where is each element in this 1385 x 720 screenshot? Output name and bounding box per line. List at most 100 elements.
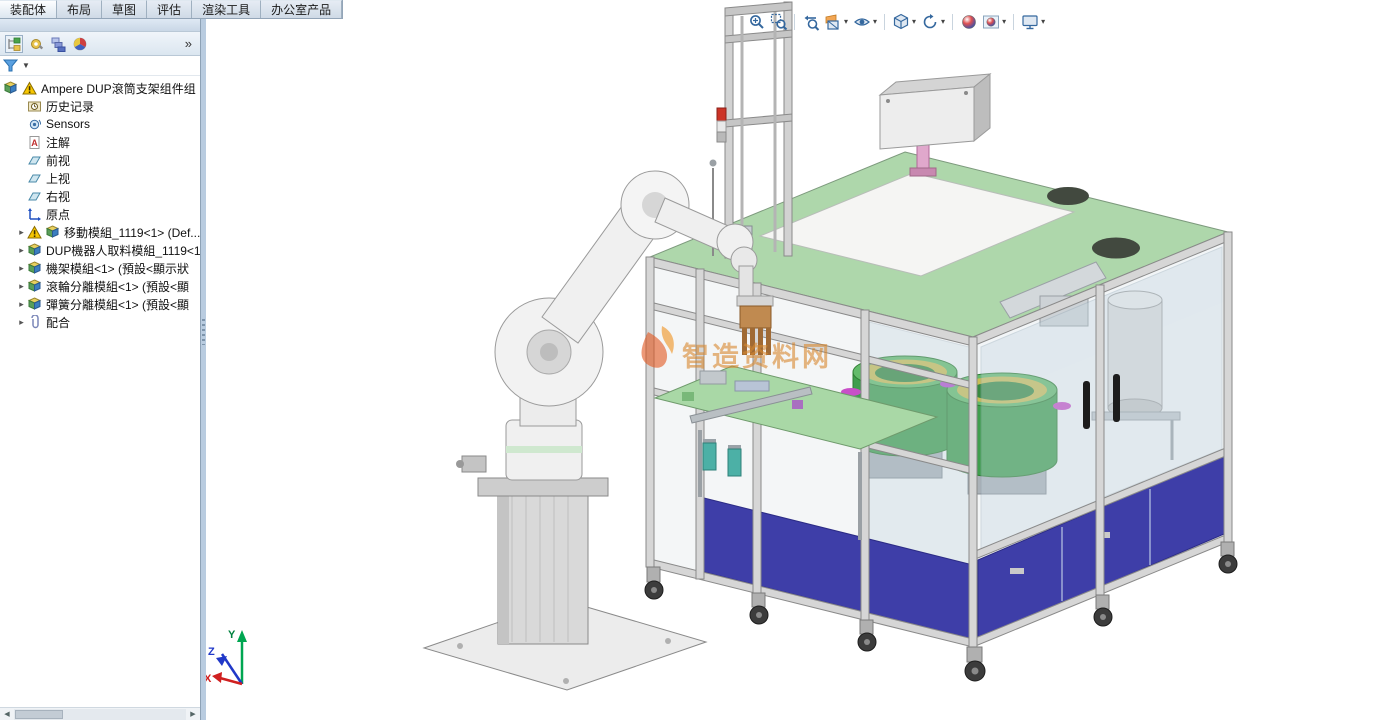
top-hole	[1047, 187, 1089, 205]
dropdown-caret[interactable]: ▾	[844, 17, 848, 26]
tab-evaluate[interactable]: 评估	[147, 0, 192, 18]
zoom-fit-icon[interactable]	[746, 11, 767, 32]
tree-filter-row: ▼	[0, 56, 200, 76]
tree-item-label: 機架模組<1> (預設<顯示狀	[46, 260, 189, 277]
dropdown-caret[interactable]: ▾	[873, 17, 877, 26]
tree-item-front-plane[interactable]: 前视	[0, 151, 200, 169]
plane-icon	[27, 171, 42, 186]
dropdown-caret[interactable]: ▾	[941, 17, 945, 26]
expand-caret[interactable]: ▸	[16, 227, 27, 238]
view-settings-icon[interactable]	[1019, 11, 1040, 32]
tree-item-label: 配合	[46, 314, 70, 331]
dropdown-caret[interactable]: ▾	[1041, 17, 1045, 26]
tree-item-annotations[interactable]: A 注解	[0, 133, 200, 151]
tree-item-label: 前视	[46, 152, 70, 169]
tree-item-label: 彈簧分離模組<1> (預設<顯	[46, 296, 189, 313]
tree-item-label: 注解	[46, 134, 70, 151]
tab-render-tools[interactable]: 渲染工具	[192, 0, 261, 18]
annotations-icon: A	[27, 135, 42, 150]
scrollbar-thumb[interactable]	[15, 710, 63, 719]
panel-manager-tabs: »	[0, 32, 200, 56]
tree-item-label: 移動模組_1119<1> (Def...	[64, 224, 200, 241]
tree-item-moving-module[interactable]: ▸ 移動模組_1119<1> (Def...	[0, 223, 200, 241]
featuremanager-tab-icon[interactable]	[5, 35, 23, 53]
history-icon	[27, 99, 42, 114]
door-handle[interactable]	[1113, 374, 1120, 422]
expand-caret[interactable]: ▸	[16, 245, 27, 256]
tree-item-frame-module[interactable]: ▸ 機架模組<1> (預設<顯示狀	[0, 259, 200, 277]
tree-item-label: Sensors	[46, 117, 90, 131]
watermark-text: 智造资料网	[682, 342, 832, 372]
tree-item-label: Ampere DUP滾筒支架组件组	[41, 80, 196, 97]
ribbon-tab-bar: 装配体 布局 草图 评估 渲染工具 办公室产品	[0, 0, 343, 19]
dropdown-caret[interactable]: ▾	[912, 17, 916, 26]
filter-caret[interactable]: ▼	[22, 61, 30, 70]
tree-item-spring-separator-module[interactable]: ▸ 彈簧分離模組<1> (預設<顯	[0, 295, 200, 313]
expand-caret[interactable]: ▸	[16, 299, 27, 310]
panel-expand-chevron[interactable]: »	[182, 36, 195, 51]
tree-item-origin[interactable]: 原点	[0, 205, 200, 223]
tab-assembly[interactable]: 装配体	[0, 0, 57, 18]
panel-splitter[interactable]	[201, 19, 206, 720]
scroll-right-arrow[interactable]: ▶	[186, 708, 200, 720]
feature-manager-panel: » ▼ Ampere DUP滾筒支架组件组 历史记录 Sensors A 注解	[0, 19, 201, 720]
tree-item-roller-separator-module[interactable]: ▸ 滾輪分離模組<1> (預設<顯	[0, 277, 200, 295]
annotation-views-icon[interactable]	[851, 11, 872, 32]
subassembly-icon	[45, 225, 60, 240]
warning-icon	[27, 225, 42, 240]
view-orientation-icon[interactable]	[890, 11, 911, 32]
subassembly-icon	[27, 261, 42, 276]
subassembly-icon	[27, 297, 42, 312]
configurationmanager-tab-icon[interactable]	[49, 35, 67, 53]
graphics-area[interactable]: 智造资料网 Y Z X	[0, 0, 1385, 720]
warning-icon	[22, 81, 37, 96]
panel-horizontal-scrollbar[interactable]: ◀ ▶	[0, 707, 200, 720]
plane-icon	[27, 189, 42, 204]
tree-item-right-plane[interactable]: 右视	[0, 187, 200, 205]
tree-item-history[interactable]: 历史记录	[0, 97, 200, 115]
mates-icon	[27, 315, 42, 330]
edit-appearance-icon[interactable]	[958, 11, 979, 32]
expand-caret[interactable]: ▸	[16, 317, 27, 328]
view-triad[interactable]: Y Z X	[204, 629, 247, 685]
tree-item-sensors[interactable]: Sensors	[0, 115, 200, 133]
tab-layout[interactable]: 布局	[57, 0, 102, 18]
tree-item-label: 历史记录	[46, 98, 94, 115]
rotate-view-icon[interactable]	[919, 11, 940, 32]
tab-sketch[interactable]: 草图	[102, 0, 147, 18]
assembly-icon	[3, 81, 18, 96]
feature-tree: Ampere DUP滾筒支架组件组 历史记录 Sensors A 注解 前视 上…	[0, 76, 200, 707]
triad-z-label: Z	[208, 646, 215, 658]
tree-item-top-plane[interactable]: 上视	[0, 169, 200, 187]
plane-icon	[27, 153, 42, 168]
scrollbar-track[interactable]	[14, 709, 186, 720]
triad-y-label: Y	[228, 629, 236, 641]
tree-item-label: 滾輪分離模組<1> (預設<顯	[46, 278, 189, 295]
tab-office-products[interactable]: 办公室产品	[261, 0, 342, 18]
svg-text:A: A	[31, 138, 38, 148]
apply-scene-icon[interactable]	[980, 11, 1001, 32]
panel-header-band	[0, 19, 200, 32]
tree-item-mates[interactable]: ▸ 配合	[0, 313, 200, 331]
tree-item-label: 右视	[46, 188, 70, 205]
expand-caret[interactable]: ▸	[16, 263, 27, 274]
propertymanager-tab-icon[interactable]	[27, 35, 45, 53]
tree-item-robot-pick-module[interactable]: ▸ DUP機器人取料模組_1119<1	[0, 241, 200, 259]
sensors-icon	[27, 117, 42, 132]
displaymanager-tab-icon[interactable]	[71, 35, 89, 53]
heads-up-view-toolbar: ▾ ▾ ▾ ▾ ▾ ▾	[746, 11, 1047, 32]
section-view-icon[interactable]	[822, 11, 843, 32]
dropdown-caret[interactable]: ▾	[1002, 17, 1006, 26]
signal-light	[717, 108, 726, 142]
tree-root-assembly[interactable]: Ampere DUP滾筒支架组件组	[0, 79, 200, 97]
tree-item-label: 上视	[46, 170, 70, 187]
filter-funnel-icon[interactable]	[3, 58, 18, 73]
tree-item-label: 原点	[46, 206, 70, 223]
expand-caret[interactable]: ▸	[16, 281, 27, 292]
zoom-area-icon[interactable]	[768, 11, 789, 32]
previous-view-icon[interactable]	[800, 11, 821, 32]
scroll-left-arrow[interactable]: ◀	[0, 708, 14, 720]
subassembly-icon	[27, 279, 42, 294]
door-handle[interactable]	[1083, 381, 1090, 429]
subassembly-icon	[27, 243, 42, 258]
